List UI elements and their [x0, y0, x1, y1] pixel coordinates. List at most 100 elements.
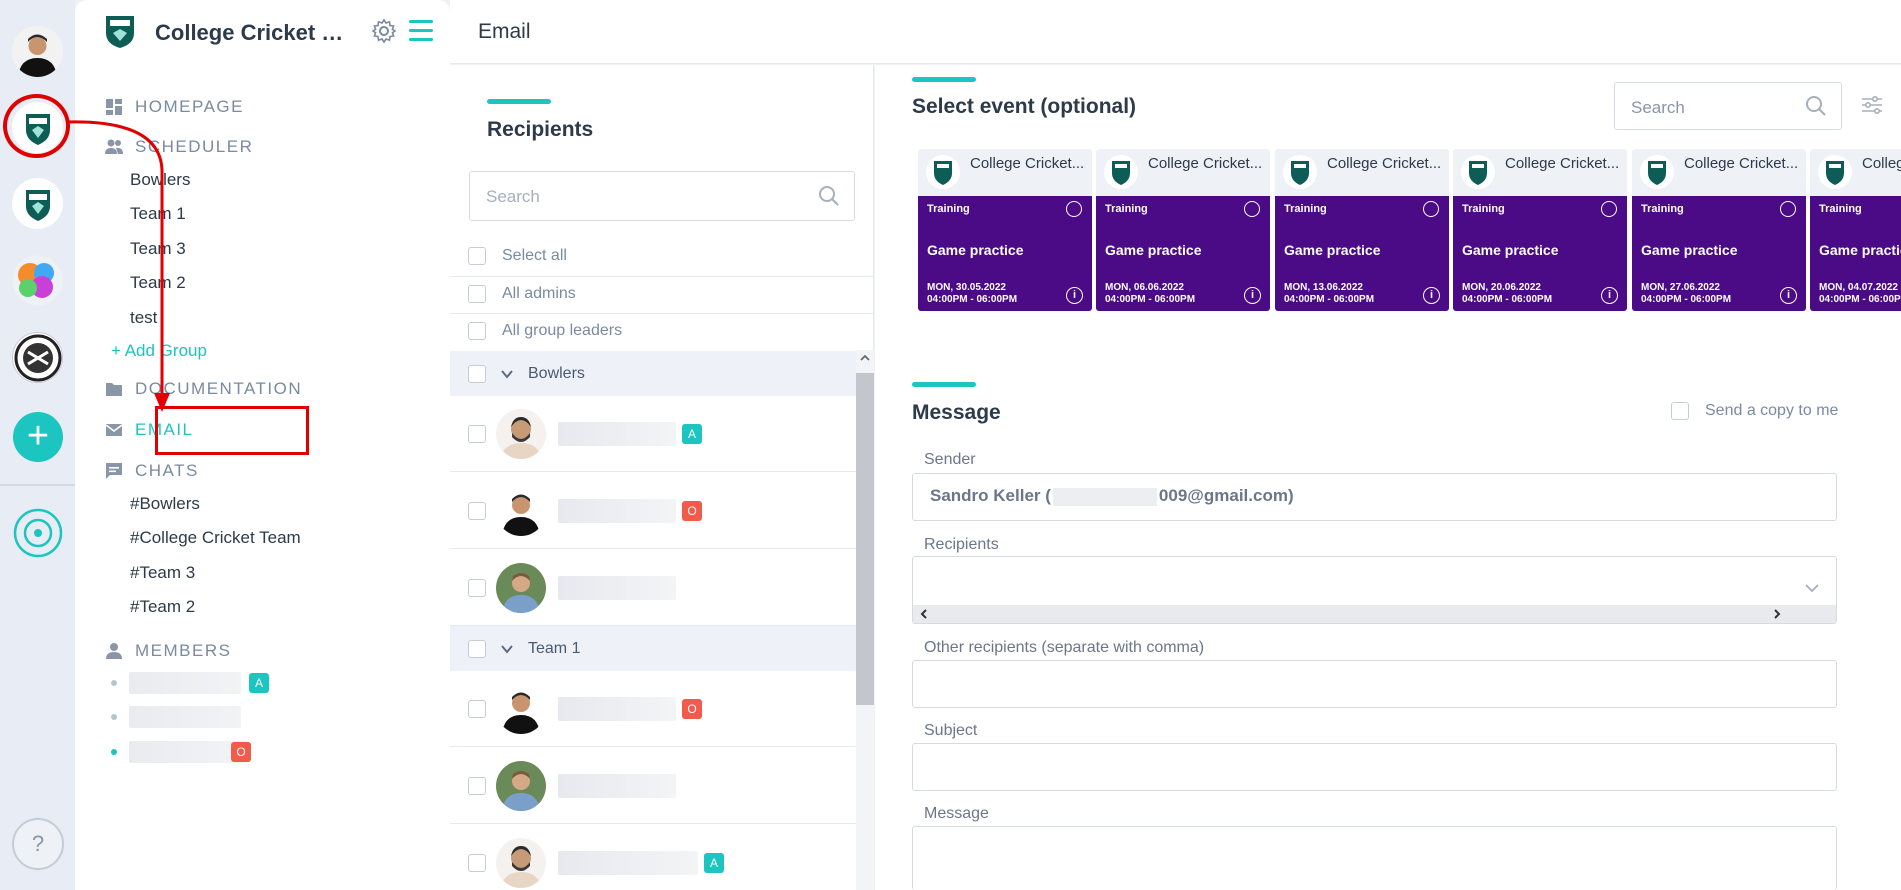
event-name: Game practice	[927, 242, 1024, 258]
admin-badge: A	[682, 423, 702, 444]
event-time: 04:00PM - 06:00PM	[927, 294, 1018, 305]
message-textarea[interactable]	[912, 826, 1837, 890]
sender-value: Sandro Keller ( 009@gmail.com)	[930, 486, 1294, 506]
sender-name: Sandro Keller (	[930, 486, 1051, 505]
chevron-down-icon[interactable]	[500, 367, 514, 381]
shield-logo-icon	[1818, 155, 1852, 189]
event-card[interactable]: College Cricket... Training Game practice…	[1096, 149, 1270, 311]
recipient-name-redacted	[558, 498, 676, 523]
recipient-row[interactable]: A	[450, 396, 856, 472]
checkbox[interactable]	[468, 501, 486, 520]
recipient-group-bowlers[interactable]: Bowlers	[450, 351, 856, 396]
chevron-right-icon[interactable]	[1772, 608, 1782, 620]
recipients-search-input[interactable]: Search	[469, 171, 855, 221]
event-type: Training	[927, 203, 970, 215]
event-time: 04:00PM - 06:00PM	[1105, 294, 1196, 305]
group-name: Bowlers	[528, 364, 585, 382]
event-type: Training	[1105, 203, 1148, 215]
info-icon[interactable]: i	[1780, 287, 1797, 304]
info-icon[interactable]: i	[1244, 287, 1261, 304]
chevron-left-icon[interactable]	[919, 608, 929, 620]
admin-badge: A	[704, 853, 724, 873]
event-radio[interactable]	[1780, 201, 1796, 217]
event-team: College Cricket...	[1684, 155, 1799, 172]
checkbox[interactable]	[468, 247, 486, 265]
all-admins-option[interactable]: All admins	[468, 285, 576, 303]
event-search-input[interactable]: Search	[1614, 82, 1842, 130]
send-copy-option[interactable]: Send a copy to me	[1671, 402, 1838, 420]
event-date: MON, 20.06.2022	[1462, 282, 1541, 293]
event-date: MON, 04.07.2022	[1819, 282, 1898, 293]
horizontal-scrollbar[interactable]	[913, 605, 1836, 623]
recipient-row[interactable]: A	[450, 825, 856, 890]
subject-label: Subject	[924, 722, 978, 739]
shield-logo-icon	[1640, 155, 1674, 189]
chevron-up-icon[interactable]	[859, 352, 871, 364]
event-name: Game practice	[1462, 242, 1559, 258]
event-type: Training	[1284, 203, 1327, 215]
all-admins-label: All admins	[502, 285, 576, 302]
scrollbar-thumb[interactable]	[856, 373, 874, 705]
send-copy-label: Send a copy to me	[1705, 402, 1839, 419]
checkbox[interactable]	[468, 424, 486, 443]
divider	[450, 276, 874, 277]
event-card[interactable]: College Cricket... Training Game practice…	[1275, 149, 1449, 311]
recipient-row[interactable]	[450, 550, 856, 626]
recipient-name-redacted	[558, 696, 676, 721]
checkbox[interactable]	[1671, 402, 1689, 420]
info-icon[interactable]: i	[1601, 287, 1618, 304]
recipients-label: Recipients	[924, 536, 999, 553]
event-radio[interactable]	[1423, 201, 1439, 217]
event-team: College Cricket...	[1148, 155, 1263, 172]
subject-input[interactable]	[912, 743, 1837, 791]
recipients-title: Recipients	[487, 118, 594, 141]
event-name: Game practice	[1819, 242, 1901, 258]
all-group-leaders-option[interactable]: All group leaders	[468, 322, 622, 340]
chevron-down-icon[interactable]	[500, 642, 514, 656]
sender-email-tail: 009@gmail.com)	[1158, 486, 1294, 505]
event-card[interactable]: College Cricket... Training Game practice…	[1453, 149, 1627, 311]
checkbox[interactable]	[468, 322, 486, 340]
info-icon[interactable]: i	[1066, 287, 1083, 304]
recipients-field[interactable]	[912, 556, 1837, 624]
shield-logo-icon	[926, 155, 960, 189]
recipient-name-redacted	[558, 851, 698, 875]
email-redacted	[1052, 487, 1157, 506]
other-recipients-input[interactable]	[912, 660, 1837, 708]
select-all-option[interactable]: Select all	[468, 247, 567, 265]
event-radio[interactable]	[1244, 201, 1260, 217]
event-radio[interactable]	[1066, 201, 1082, 217]
page-title: Email	[478, 20, 531, 43]
search-icon[interactable]	[818, 185, 840, 207]
recipient-row[interactable]: O	[450, 671, 856, 747]
event-card[interactable]: College Cricket... Training Game practice…	[1810, 149, 1901, 311]
checkbox[interactable]	[468, 364, 486, 383]
checkbox[interactable]	[468, 285, 486, 303]
section-accent	[487, 99, 551, 104]
event-radio[interactable]	[1601, 201, 1617, 217]
recipient-row[interactable]	[450, 748, 856, 824]
event-time: 04:00PM - 06:00PM	[1819, 294, 1901, 305]
message-title: Message	[912, 401, 1001, 424]
recipient-row[interactable]: O	[450, 473, 856, 549]
select-all-label: Select all	[502, 247, 567, 264]
divider	[450, 313, 874, 314]
event-search-placeholder: Search	[1631, 98, 1685, 117]
event-card[interactable]: College Cricket... Training Game practice…	[918, 149, 1092, 311]
info-icon[interactable]: i	[1423, 287, 1440, 304]
filter-icon[interactable]	[1860, 93, 1884, 117]
checkbox[interactable]	[468, 854, 486, 872]
chevron-down-icon[interactable]	[1804, 582, 1820, 594]
event-carousel: College Cricket... Training Game practice…	[918, 149, 1901, 311]
checkbox[interactable]	[468, 699, 486, 718]
owner-badge: O	[682, 500, 702, 521]
recipient-group-team-1[interactable]: Team 1	[450, 626, 856, 671]
search-icon[interactable]	[1805, 95, 1827, 117]
recipients-search-placeholder: Search	[486, 187, 540, 206]
checkbox[interactable]	[468, 578, 486, 597]
event-name: Game practice	[1105, 242, 1202, 258]
event-card[interactable]: College Cricket... Training Game practice…	[1632, 149, 1806, 311]
recipient-name-redacted	[558, 773, 676, 798]
checkbox[interactable]	[468, 639, 486, 658]
checkbox[interactable]	[468, 776, 486, 795]
